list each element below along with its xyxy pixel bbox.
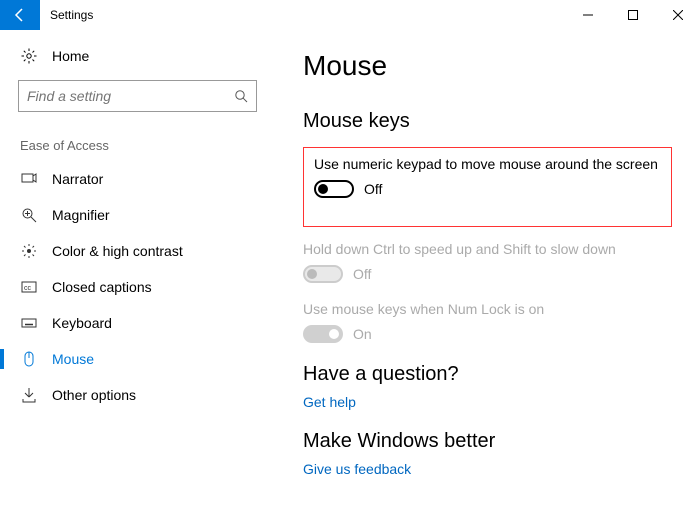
titlebar-spacer xyxy=(103,0,565,30)
sidebar-item-narrator[interactable]: Narrator xyxy=(0,161,275,197)
group-title: Mouse keys xyxy=(303,110,672,133)
setting-label: Use mouse keys when Num Lock is on xyxy=(303,301,672,317)
search-icon xyxy=(234,89,248,103)
toggle-mousekeys[interactable] xyxy=(314,180,354,198)
search-input[interactable] xyxy=(27,88,234,104)
get-help-link[interactable]: Get help xyxy=(303,394,672,410)
mouse-icon xyxy=(20,351,38,367)
cc-icon: cc xyxy=(20,279,38,295)
toggle-numlock xyxy=(303,325,343,343)
gear-icon xyxy=(20,48,38,64)
maximize-button[interactable] xyxy=(610,0,655,30)
home-nav[interactable]: Home xyxy=(0,38,275,74)
feedback-title: Make Windows better xyxy=(303,430,672,453)
home-label: Home xyxy=(52,48,89,64)
sidebar-item-label: Other options xyxy=(52,387,136,403)
setting-label: Hold down Ctrl to speed up and Shift to … xyxy=(303,241,672,257)
toggle-ctrl-shift xyxy=(303,265,343,283)
window-title: Settings xyxy=(40,0,103,30)
contrast-icon xyxy=(20,243,38,259)
sidebar: Home Ease of Access Narrator Magnifier C… xyxy=(0,30,275,506)
other-icon xyxy=(20,387,38,403)
feedback-link[interactable]: Give us feedback xyxy=(303,461,672,477)
main-panel: Mouse Mouse keys Use numeric keypad to m… xyxy=(275,30,700,506)
sidebar-item-label: Narrator xyxy=(52,171,103,187)
sidebar-item-label: Color & high contrast xyxy=(52,243,183,259)
sidebar-item-mouse[interactable]: Mouse xyxy=(0,341,275,377)
toggle-state-text: Off xyxy=(364,181,382,197)
title-bar: Settings xyxy=(0,0,700,30)
magnifier-icon xyxy=(20,207,38,223)
close-button[interactable] xyxy=(655,0,700,30)
page-title: Mouse xyxy=(303,50,672,82)
sidebar-item-color[interactable]: Color & high contrast xyxy=(0,233,275,269)
svg-text:cc: cc xyxy=(24,285,32,292)
sidebar-item-label: Keyboard xyxy=(52,315,112,331)
sidebar-item-keyboard[interactable]: Keyboard xyxy=(0,305,275,341)
minimize-button[interactable] xyxy=(565,0,610,30)
highlighted-setting: Use numeric keypad to move mouse around … xyxy=(303,147,672,227)
sidebar-item-cc[interactable]: cc Closed captions xyxy=(0,269,275,305)
section-label: Ease of Access xyxy=(0,124,275,161)
sidebar-item-label: Closed captions xyxy=(52,279,152,295)
sidebar-item-magnifier[interactable]: Magnifier xyxy=(0,197,275,233)
toggle-state-text: On xyxy=(353,326,372,342)
qa-title: Have a question? xyxy=(303,363,672,386)
keyboard-icon xyxy=(20,315,38,331)
window-controls xyxy=(565,0,700,30)
sidebar-item-label: Magnifier xyxy=(52,207,110,223)
sidebar-item-other[interactable]: Other options xyxy=(0,377,275,413)
search-box[interactable] xyxy=(18,80,257,112)
sidebar-item-label: Mouse xyxy=(52,351,94,367)
back-button[interactable] xyxy=(0,0,40,30)
narrator-icon xyxy=(20,171,38,187)
setting-label: Use numeric keypad to move mouse around … xyxy=(314,156,661,172)
toggle-state-text: Off xyxy=(353,266,371,282)
